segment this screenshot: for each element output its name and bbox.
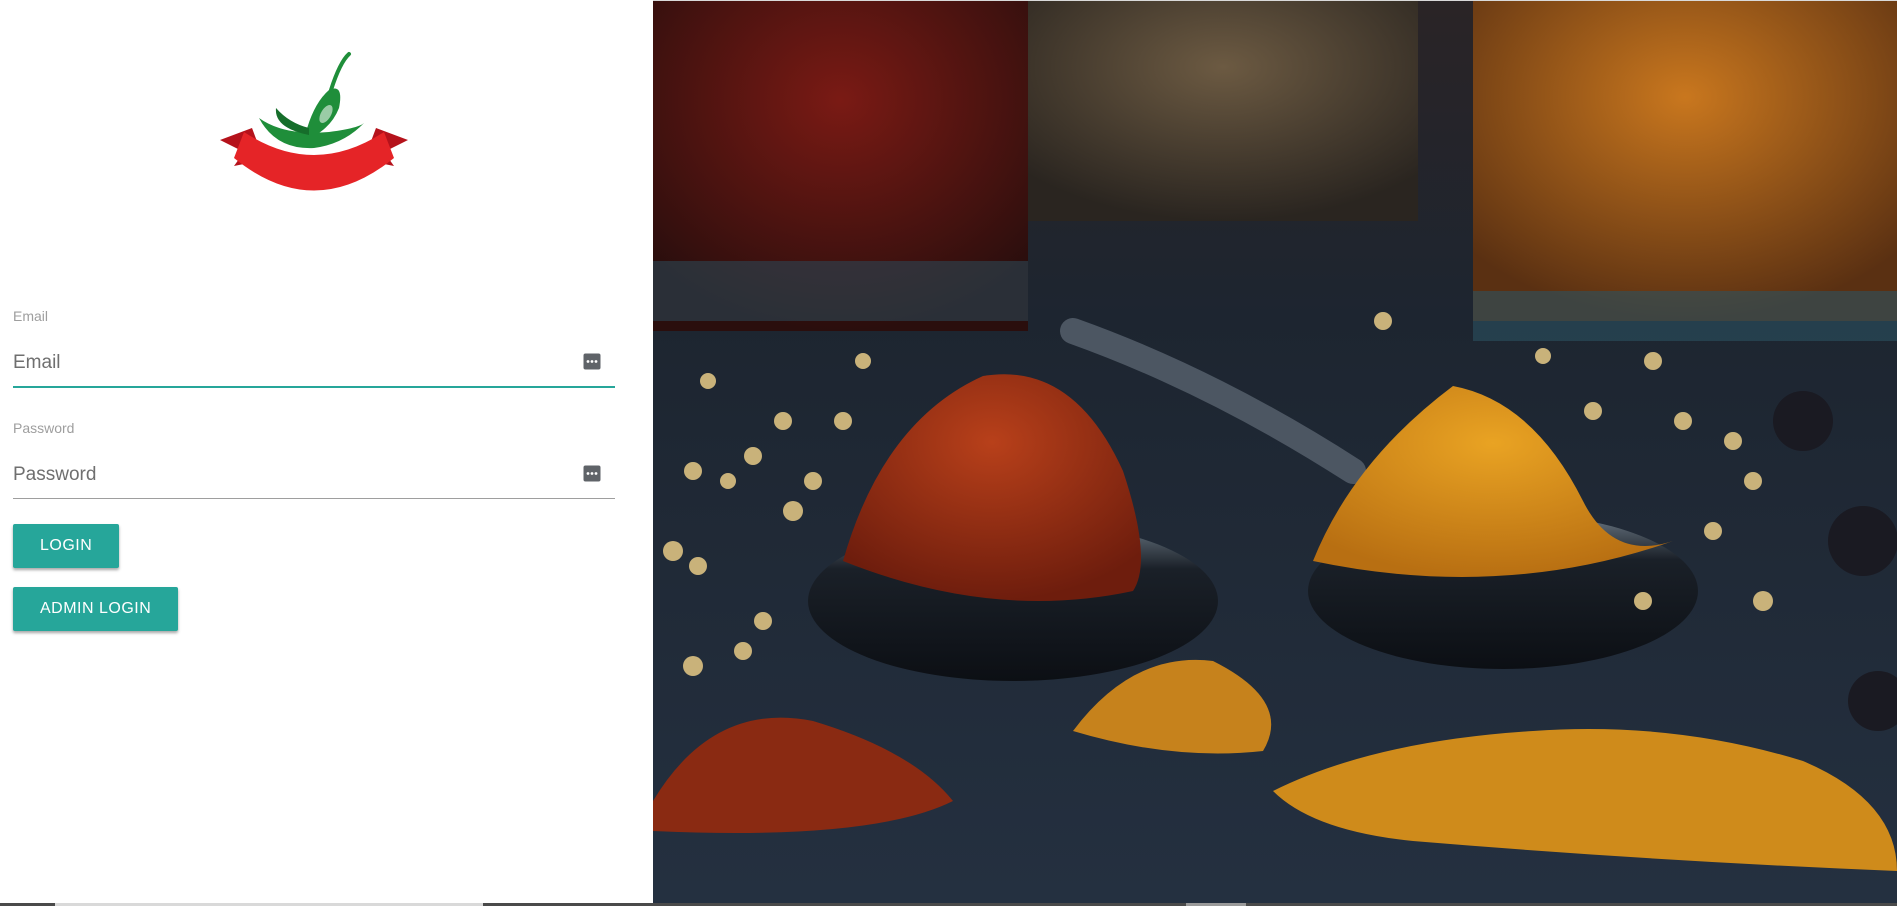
password-label: Password xyxy=(13,420,75,436)
logo-icon xyxy=(220,52,408,191)
password-field xyxy=(13,454,615,499)
login-button[interactable]: LOGIN xyxy=(13,524,120,568)
password-manager-icon[interactable] xyxy=(583,465,601,482)
password-manager-icon[interactable] xyxy=(583,353,601,370)
password-input[interactable] xyxy=(13,454,573,496)
email-label: Email xyxy=(13,308,49,324)
hero-image xyxy=(653,1,1897,903)
login-panel: Email Password LOGIN ADMIN LOGIN xyxy=(0,0,653,903)
email-input[interactable] xyxy=(13,342,573,384)
spices-photo xyxy=(653,1,1897,903)
email-field xyxy=(13,342,615,388)
admin-login-button[interactable]: ADMIN LOGIN xyxy=(13,587,179,631)
